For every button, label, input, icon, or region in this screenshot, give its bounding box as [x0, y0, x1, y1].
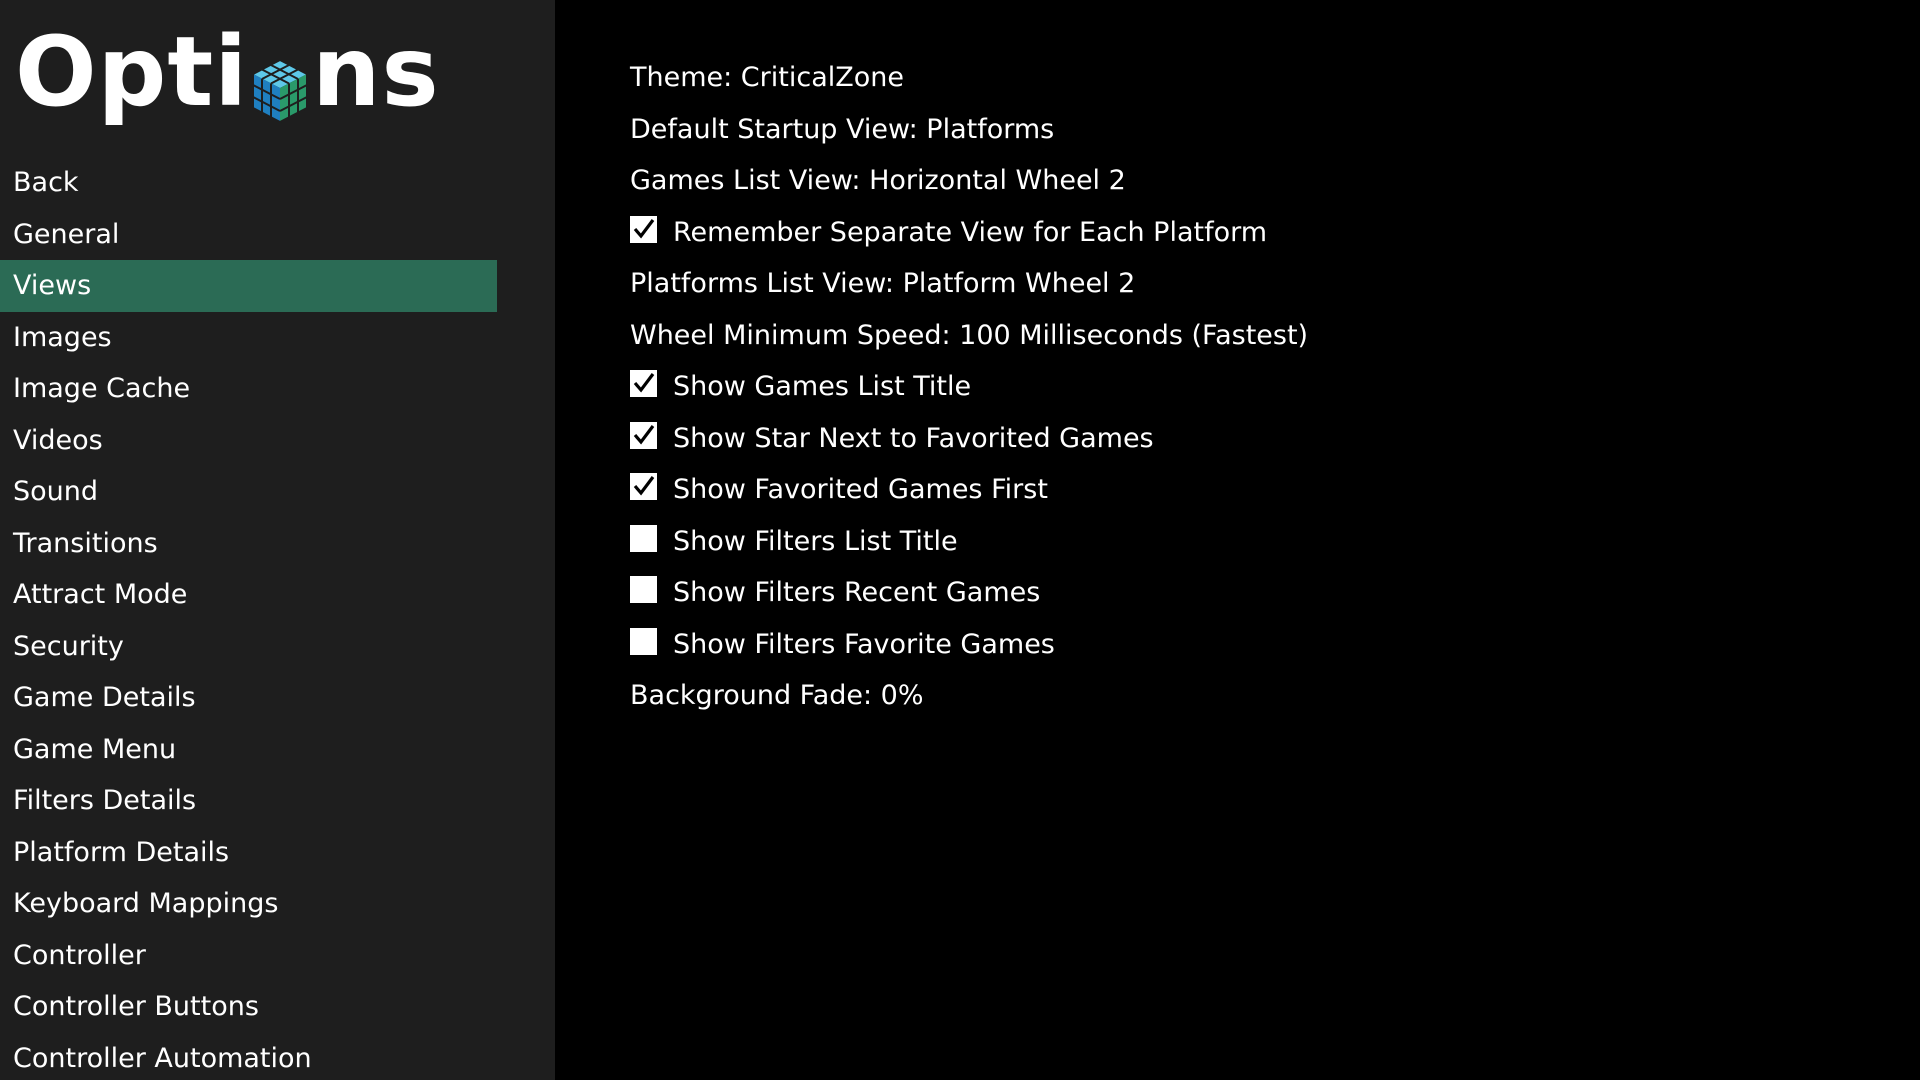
options-logo: Opti ns [15, 12, 440, 132]
option-label: Platforms List View: Platform Wheel 2 [630, 268, 1136, 300]
option-label: Show Filters Recent Games [673, 577, 1041, 609]
option-label: Show Filters List Title [673, 525, 958, 557]
option-label: Wheel Minimum Speed: 100 Milliseconds (F… [630, 319, 1309, 351]
checkmark-icon [633, 476, 655, 496]
sidebar-item-general[interactable]: General [0, 209, 497, 261]
checkmark-icon [633, 373, 655, 393]
sidebar-item-back[interactable]: Back [0, 157, 497, 209]
options-window: Opti ns Back General Views Images Image … [0, 0, 1920, 1080]
option-show-games-list-title[interactable]: Show Games List Title [630, 361, 1920, 413]
options-panel: Theme: CriticalZone Default Startup View:… [630, 52, 1920, 722]
checkbox-checked[interactable] [630, 421, 657, 449]
sidebar-item-keyboard-mappings[interactable]: Keyboard Mappings [0, 878, 497, 930]
sidebar-item-image-cache[interactable]: Image Cache [0, 363, 497, 415]
sidebar-item-security[interactable]: Security [0, 621, 497, 673]
option-label: Show Filters Favorite Games [673, 628, 1055, 660]
checkbox-unchecked[interactable] [630, 627, 657, 655]
option-label: Show Games List Title [673, 371, 972, 403]
sidebar-item-game-details[interactable]: Game Details [0, 672, 497, 724]
sidebar-menu: Back General Views Images Image Cache Videos S… [0, 157, 497, 1080]
logo-text-start: Opti [15, 16, 249, 128]
sidebar-item-images[interactable]: Images [0, 312, 497, 364]
sidebar-item-controller-buttons[interactable]: Controller Buttons [0, 981, 497, 1033]
option-label: Games List View: Horizontal Wheel 2 [630, 165, 1126, 197]
sidebar-item-transitions[interactable]: Transitions [0, 518, 497, 570]
option-label: Background Fade: 0% [630, 680, 924, 712]
checkmark-icon [633, 424, 655, 445]
option-label: Default Startup View: Platforms [630, 113, 1055, 145]
sidebar-item-sound[interactable]: Sound [0, 466, 497, 518]
sidebar-item-filters-details[interactable]: Filters Details [0, 775, 497, 827]
option-default-startup-view[interactable]: Default Startup View: Platforms [630, 104, 1920, 156]
checkbox-unchecked[interactable] [630, 576, 657, 604]
option-theme[interactable]: Theme: CriticalZone [630, 52, 1920, 104]
option-show-star-next-to-favorited-games[interactable]: Show Star Next to Favorited Games [630, 413, 1920, 465]
option-show-filters-list-title[interactable]: Show Filters List Title [630, 516, 1920, 568]
option-remember-separate-view-for-each-platform[interactable]: Remember Separate View for Each Platform [630, 207, 1920, 259]
option-label: Theme: CriticalZone [630, 62, 904, 94]
option-label: Show Favorited Games First [673, 474, 1048, 506]
cube-icon [249, 45, 311, 124]
checkbox-checked[interactable] [630, 215, 657, 243]
option-show-filters-favorite-games[interactable]: Show Filters Favorite Games [630, 619, 1920, 671]
checkbox-checked[interactable] [630, 370, 657, 398]
sidebar-item-attract-mode[interactable]: Attract Mode [0, 569, 497, 621]
sidebar-item-platform-details[interactable]: Platform Details [0, 827, 497, 879]
option-wheel-minimum-speed[interactable]: Wheel Minimum Speed: 100 Milliseconds (F… [630, 310, 1920, 362]
sidebar-item-game-menu[interactable]: Game Menu [0, 724, 497, 776]
option-label: Show Star Next to Favorited Games [673, 422, 1154, 454]
option-games-list-view[interactable]: Games List View: Horizontal Wheel 2 [630, 155, 1920, 207]
checkbox-checked[interactable] [630, 473, 657, 501]
option-platforms-list-view[interactable]: Platforms List View: Platform Wheel 2 [630, 258, 1920, 310]
option-show-filters-recent-games[interactable]: Show Filters Recent Games [630, 567, 1920, 619]
option-background-fade[interactable]: Background Fade: 0% [630, 670, 1920, 722]
option-label: Remember Separate View for Each Platform [673, 216, 1268, 248]
checkbox-unchecked[interactable] [630, 524, 657, 552]
sidebar-item-controller-automation[interactable]: Controller Automation [0, 1033, 497, 1080]
sidebar-item-videos[interactable]: Videos [0, 415, 497, 467]
option-show-favorited-games-first[interactable]: Show Favorited Games First [630, 464, 1920, 516]
sidebar-item-controller[interactable]: Controller [0, 930, 497, 982]
sidebar-item-views[interactable]: Views [0, 260, 497, 312]
logo-text-end: ns [312, 16, 440, 128]
checkmark-icon [633, 218, 655, 239]
sidebar: Opti ns Back General Views Images Image … [0, 0, 555, 1080]
